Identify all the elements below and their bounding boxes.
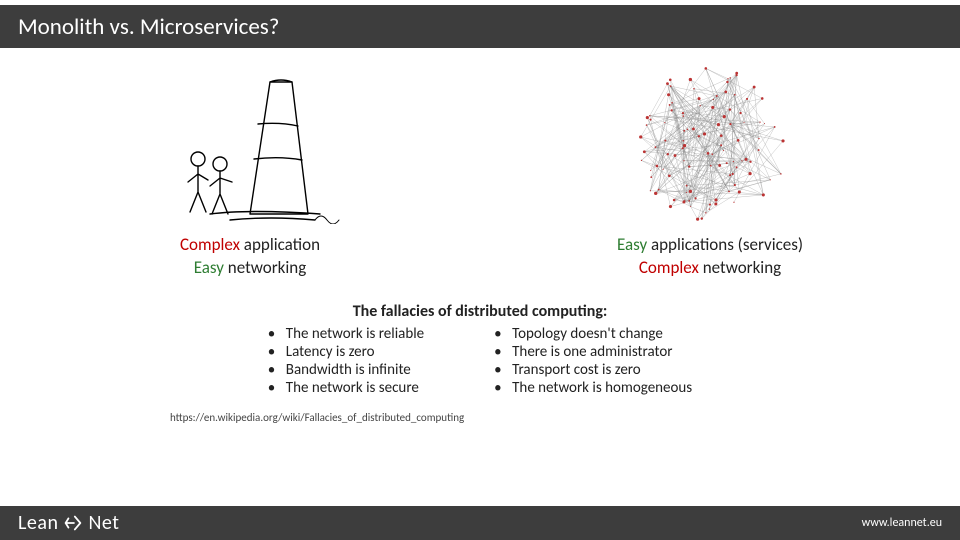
slide-body: Complex application Easy networking <box>0 48 960 506</box>
monolith-cartoon <box>120 64 380 224</box>
caption-word: networking <box>699 257 781 278</box>
caption-word: networking <box>224 257 306 278</box>
fallacies-block: The fallacies of distributed computing: … <box>40 302 920 397</box>
fallacies-list-right: Topology doesn't change There is one adm… <box>494 325 692 397</box>
brand-logo: Lean Net <box>18 511 119 535</box>
monolith-caption: Complex application Easy networking <box>180 234 320 280</box>
recycle-icon <box>62 512 84 534</box>
citation-url: https://en.wikipedia.org/wiki/Fallacies_… <box>40 411 920 424</box>
microservices-caption: Easy applications (services) Complex net… <box>617 234 803 280</box>
caption-word: application <box>240 234 320 255</box>
logo-word: Net <box>88 511 119 535</box>
microservices-column: Easy applications (services) Complex net… <box>500 64 920 280</box>
footer-url: www.leannet.eu <box>862 516 942 530</box>
list-item: The network is secure <box>268 379 424 397</box>
caption-word: Easy <box>617 234 647 255</box>
caption-word: Easy <box>194 257 224 278</box>
footer-bar: Lean Net www.leannet.eu <box>0 506 960 540</box>
title-bar: Monolith vs. Microservices? <box>0 0 960 48</box>
list-item: Topology doesn't change <box>494 325 692 343</box>
fallacies-title: The fallacies of distributed computing: <box>40 302 920 321</box>
logo-word: Lean <box>18 511 58 535</box>
caption-word: Complex <box>180 234 240 255</box>
list-item: Latency is zero <box>268 343 424 361</box>
caption-word: applications (services) <box>647 234 803 255</box>
monolith-column: Complex application Easy networking <box>40 64 460 280</box>
list-item: Bandwidth is infinite <box>268 361 424 379</box>
list-item: Transport cost is zero <box>494 361 692 379</box>
list-item: There is one administrator <box>494 343 692 361</box>
list-item: The network is reliable <box>268 325 424 343</box>
list-item: The network is homogeneous <box>494 379 692 397</box>
network-graph <box>580 64 840 224</box>
slide-title: Monolith vs. Microservices? <box>18 13 279 41</box>
caption-word: Complex <box>639 257 699 278</box>
fallacies-list-left: The network is reliable Latency is zero … <box>268 325 424 397</box>
